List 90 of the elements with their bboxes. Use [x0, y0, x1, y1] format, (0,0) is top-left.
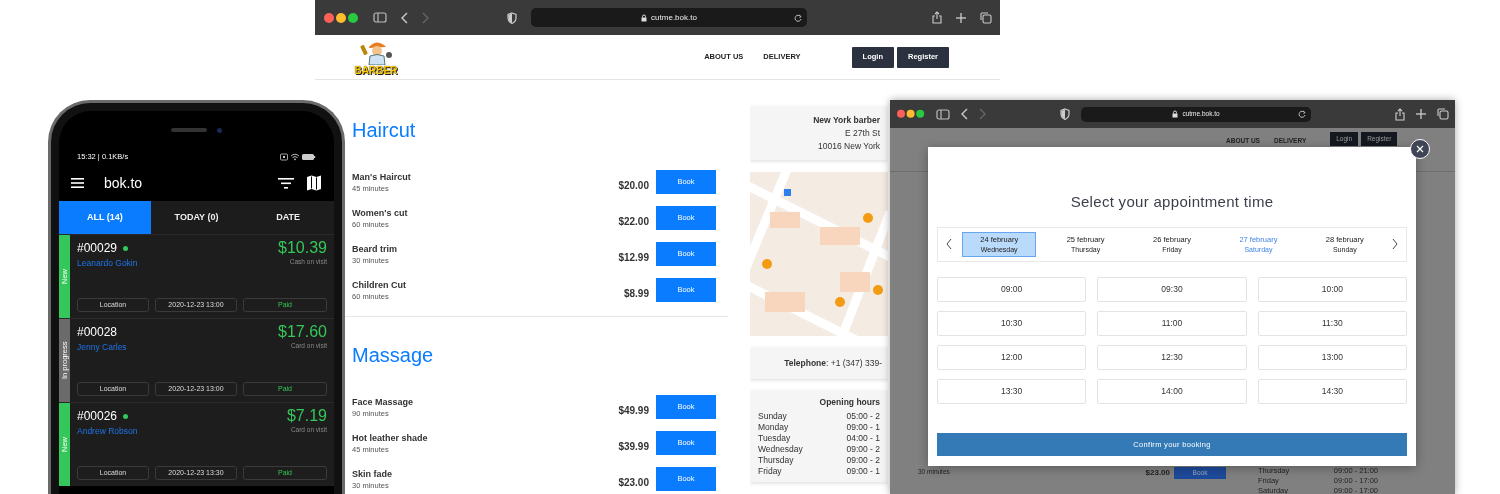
day-hours: 09:00 - 2 — [846, 443, 880, 455]
time-slot[interactable]: 14:00 — [1097, 378, 1247, 404]
back-icon[interactable] — [961, 108, 968, 120]
map-icon[interactable] — [306, 175, 322, 191]
category-heading: Haircut — [352, 118, 417, 142]
customer-name[interactable]: Leanardo Gokin — [77, 257, 138, 270]
category-heading: Massage — [352, 343, 435, 367]
dialog-title: Select your appointment time — [1069, 192, 1275, 212]
logo-text: BARBER — [354, 64, 398, 76]
service-name: Man's Haircut — [352, 170, 411, 183]
order-number: #00029 — [77, 240, 118, 257]
service-price: $20.00 — [618, 178, 649, 193]
order-amount: $10.39 — [278, 239, 327, 257]
chevron-left-icon — [946, 238, 952, 250]
plus-icon[interactable] — [1416, 109, 1426, 119]
time-slot[interactable]: 10:00 — [1257, 276, 1407, 302]
time-slot[interactable]: 13:00 — [1257, 344, 1407, 370]
back-icon[interactable] — [401, 11, 408, 24]
day-name: Wednesday — [758, 443, 803, 455]
plus-icon[interactable] — [956, 12, 966, 23]
time-slot[interactable]: 10:30 — [937, 310, 1087, 336]
filter-tab[interactable]: ALL (14) — [59, 201, 151, 234]
share-icon[interactable] — [932, 11, 942, 24]
day-hours: 09:00 - 1 — [846, 421, 880, 433]
reload-icon[interactable] — [794, 13, 802, 22]
service-price: $23.00 — [618, 475, 649, 490]
window-controls-icon[interactable] — [323, 11, 359, 24]
order-amount: $17.60 — [278, 323, 327, 341]
tabs-overview-icon[interactable] — [1437, 108, 1449, 120]
filter-icon[interactable] — [278, 177, 294, 189]
order-number: #00026 — [77, 408, 118, 425]
time-slot[interactable]: 13:30 — [937, 378, 1087, 404]
url-text: cutme.bok.to — [651, 11, 697, 24]
customer-name[interactable]: Andrew Robson — [77, 425, 138, 438]
day-hours: 09:00 - 1 — [846, 465, 880, 477]
telephone-text: Telephone: +1 (347) 339- — [750, 348, 888, 379]
service-price: $49.99 — [618, 403, 649, 418]
day-hours: 05:00 - 2 — [846, 410, 880, 422]
lock-icon — [1172, 110, 1179, 118]
shield-icon[interactable] — [1060, 108, 1070, 120]
service-price: $12.99 — [618, 250, 649, 265]
speaker-grille — [171, 128, 207, 132]
address-bar[interactable]: cutme.bok.to — [531, 8, 807, 27]
shield-icon[interactable] — [507, 11, 517, 24]
camera-lens — [217, 127, 222, 133]
hours-title: Opening hours — [818, 395, 880, 409]
reload-icon[interactable] — [1298, 110, 1306, 118]
time-slot[interactable]: 09:30 — [1097, 276, 1247, 302]
close-icon — [1416, 145, 1424, 153]
service-name: Face Massage — [352, 395, 414, 408]
menu-icon[interactable] — [71, 178, 84, 188]
service-name: Beard trim — [352, 242, 397, 255]
app-title: bok.to — [104, 173, 144, 193]
service-price: $23.00 — [1145, 467, 1170, 479]
day-name: Monday — [758, 421, 789, 433]
day-name: Friday — [758, 465, 782, 477]
sidebar-icon[interactable] — [936, 108, 950, 120]
filter-tab[interactable]: DATE — [242, 201, 334, 234]
service-name: Women's cut — [352, 206, 408, 219]
time-slot[interactable]: 12:30 — [1097, 344, 1247, 370]
status-icons — [280, 153, 316, 161]
day-name: Tuesday — [758, 432, 791, 444]
window-controls-icon[interactable] — [896, 109, 925, 119]
address-line: 10016 New York — [817, 140, 880, 153]
filter-tab[interactable]: TODAY (0) — [150, 201, 243, 234]
day-name: Thursday — [758, 454, 794, 466]
service-price: $22.00 — [618, 214, 649, 229]
share-icon[interactable] — [1395, 107, 1405, 121]
service-name: Children Cut — [352, 278, 406, 291]
time-slot[interactable]: 09:00 — [937, 276, 1087, 302]
customer-name[interactable]: Jenny Carles — [77, 341, 127, 354]
time-slot[interactable]: 11:30 — [1257, 310, 1407, 336]
day-name: Sunday — [758, 410, 787, 422]
service-price: $8.99 — [623, 286, 649, 301]
order-amount: $7.19 — [286, 407, 327, 425]
service-name: Skin fade — [352, 467, 392, 480]
time-slot[interactable]: 14:30 — [1257, 378, 1407, 404]
address-line: E 27th St — [844, 127, 880, 140]
service-name: Hot leather shade — [352, 431, 428, 444]
address-line: New York barber — [812, 114, 880, 127]
tabs-overview-icon[interactable] — [980, 11, 992, 24]
order-number: #00028 — [77, 324, 118, 341]
time-slot[interactable]: 12:00 — [937, 344, 1087, 370]
day-hours: 09:00 - 2 — [846, 454, 880, 466]
lock-icon — [641, 13, 648, 22]
day-hours: 04:00 - 1 — [846, 432, 880, 444]
service-price: $39.99 — [618, 439, 649, 454]
chevron-right-icon — [1392, 238, 1399, 250]
sidebar-icon[interactable] — [373, 12, 387, 23]
time-slot[interactable]: 11:00 — [1097, 310, 1247, 336]
